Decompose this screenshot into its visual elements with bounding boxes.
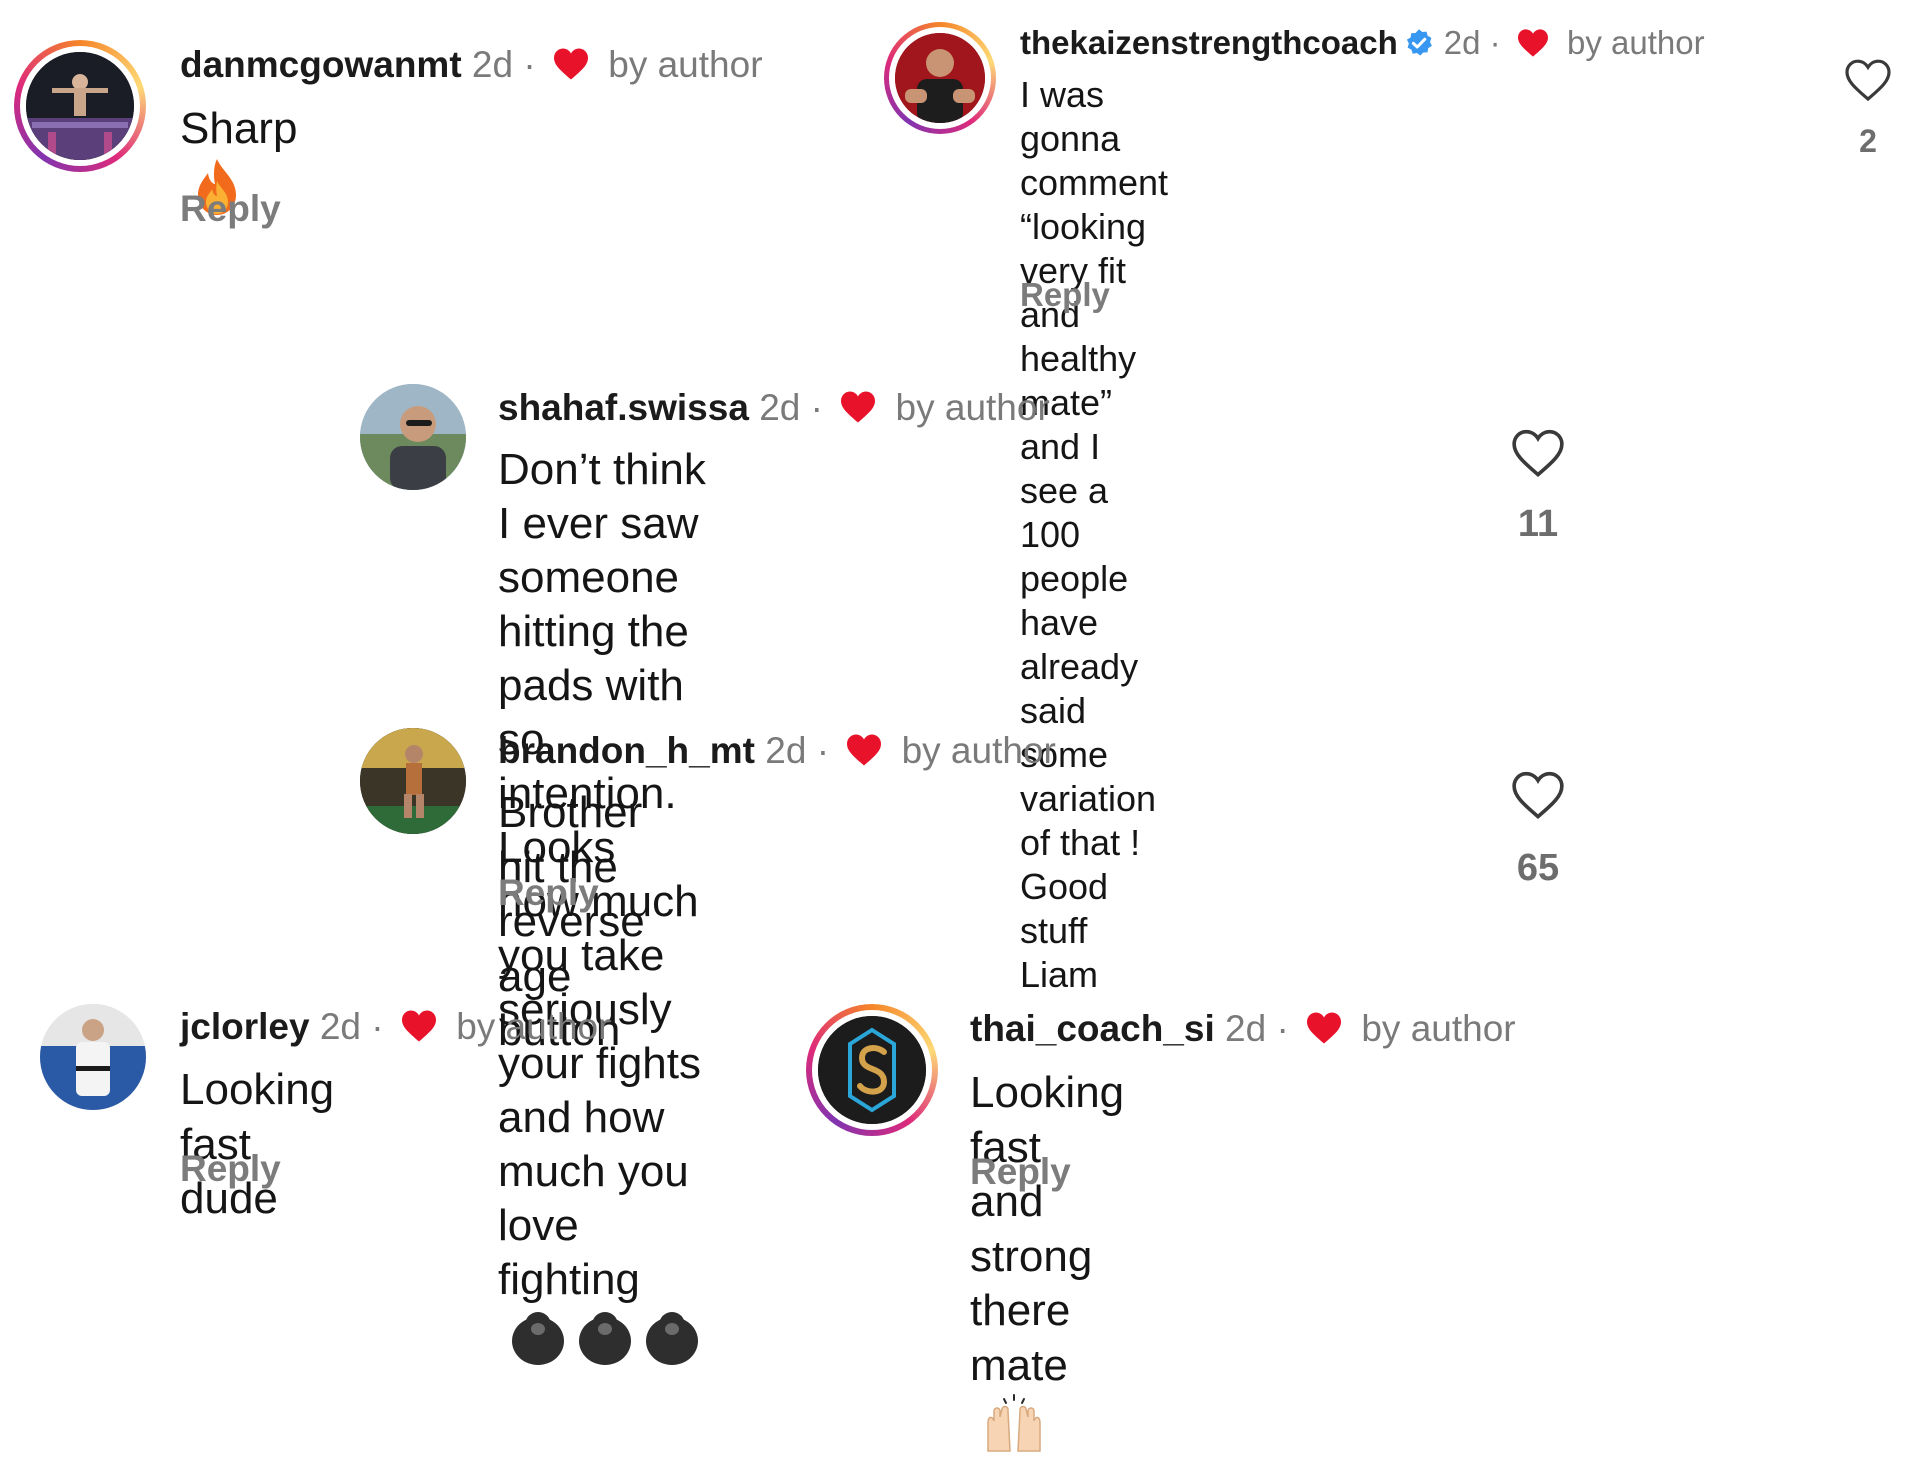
like-count: 2 <box>1859 123 1877 159</box>
comment-text: Looking fast dude <box>180 1065 335 1224</box>
author-liked-heart-icon <box>1307 1012 1342 1044</box>
liked-by-author-label: by author <box>895 387 1050 428</box>
username[interactable]: danmcgowanmt <box>180 44 462 85</box>
separator: · <box>1489 24 1501 61</box>
liked-by-author-label: by author <box>1567 24 1705 61</box>
username[interactable]: thai_coach_si <box>970 1008 1215 1049</box>
avatar[interactable] <box>40 1004 146 1110</box>
separator: · <box>523 44 536 85</box>
author-liked-heart-icon <box>841 391 876 423</box>
liked-by-author-label: by author <box>901 730 1056 771</box>
avatar[interactable] <box>360 384 466 490</box>
timestamp: 2d <box>471 44 514 85</box>
reply-button[interactable]: Reply <box>498 874 599 911</box>
username[interactable]: jclorley <box>180 1006 310 1047</box>
reply-button[interactable]: Reply <box>180 190 281 227</box>
timestamp: 2d <box>759 387 801 428</box>
liked-by-author-label: by author <box>1361 1008 1516 1049</box>
username[interactable]: shahaf.swissa <box>498 387 749 428</box>
avatar[interactable] <box>26 52 134 160</box>
separator: · <box>371 1006 384 1047</box>
like-button[interactable]: 11 <box>1506 428 1570 543</box>
liked-by-author-label: by author <box>456 1006 611 1047</box>
separator: · <box>810 387 823 428</box>
author-liked-heart-icon <box>1517 29 1548 57</box>
liked-by-author-label: by author <box>608 44 763 85</box>
avatar[interactable] <box>895 33 985 123</box>
gorilla-emoji-icon <box>508 1307 706 1382</box>
username[interactable]: brandon_h_mt <box>498 730 755 771</box>
comment-text: I was gonna comment “looking very fit an… <box>1020 74 1169 995</box>
heart-outline-icon[interactable] <box>1844 58 1892 102</box>
timestamp: 2d <box>1443 24 1481 61</box>
comment-text: Looking fast and strong there mate <box>970 1066 1124 1463</box>
like-count: 65 <box>1516 847 1560 889</box>
verified-badge-icon <box>1406 29 1432 56</box>
avatar[interactable] <box>360 728 466 834</box>
timestamp: 2d <box>319 1006 362 1047</box>
author-liked-heart-icon <box>553 48 588 80</box>
separator: · <box>1276 1008 1289 1049</box>
logo-s-icon <box>818 1016 926 1124</box>
reply-button[interactable]: Reply <box>1020 278 1110 311</box>
heart-outline-icon[interactable] <box>1510 428 1566 478</box>
author-liked-heart-icon <box>847 734 882 766</box>
like-button[interactable]: 2 <box>1840 58 1896 157</box>
reply-button[interactable]: Reply <box>970 1153 1071 1190</box>
username[interactable]: thekaizenstrengthcoach <box>1020 24 1398 61</box>
raising-hands-emoji-icon <box>987 1394 1041 1453</box>
like-button[interactable]: 65 <box>1506 770 1570 887</box>
like-count: 11 <box>1517 503 1559 545</box>
reply-button[interactable]: Reply <box>180 1150 281 1187</box>
timestamp: 2d <box>765 730 807 771</box>
timestamp: 2d <box>1225 1008 1267 1049</box>
author-liked-heart-icon <box>401 1010 436 1042</box>
heart-outline-icon[interactable] <box>1510 770 1566 820</box>
avatar[interactable] <box>818 1016 926 1124</box>
separator: · <box>816 730 830 771</box>
